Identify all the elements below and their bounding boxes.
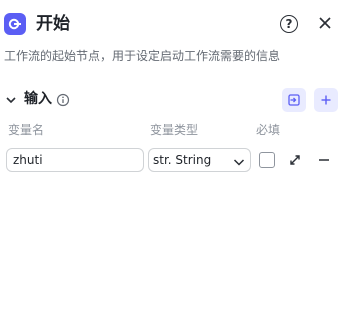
info-icon[interactable] bbox=[56, 92, 70, 107]
node-header: 开始 ? bbox=[0, 0, 348, 46]
remove-variable-button[interactable] bbox=[316, 152, 332, 168]
variable-name-input[interactable] bbox=[6, 148, 144, 172]
import-button[interactable] bbox=[282, 88, 306, 112]
chevron-down-icon[interactable] bbox=[4, 92, 18, 106]
node-title: 开始 bbox=[36, 14, 70, 34]
column-header-name: 变量名 bbox=[8, 123, 45, 137]
input-section-title: 输入 bbox=[24, 91, 52, 107]
question-circle-icon[interactable]: ? bbox=[280, 15, 298, 33]
start-node-icon bbox=[4, 13, 26, 35]
chevron-down-icon bbox=[232, 154, 246, 168]
add-variable-button[interactable] bbox=[314, 88, 338, 112]
input-section-header: 输入 bbox=[0, 86, 348, 112]
required-checkbox[interactable] bbox=[259, 152, 275, 168]
node-description: 工作流的起始节点，用于设定启动工作流需要的信息 bbox=[4, 49, 281, 63]
column-header-required: 必填 bbox=[256, 123, 281, 137]
plus-icon bbox=[321, 95, 331, 105]
variable-type-value: str. String bbox=[153, 153, 212, 167]
close-icon[interactable] bbox=[316, 14, 334, 32]
import-icon bbox=[288, 94, 300, 106]
column-header-type: 变量类型 bbox=[150, 123, 199, 137]
expand-icon[interactable] bbox=[287, 152, 303, 168]
minus-icon bbox=[319, 159, 329, 161]
variable-type-select[interactable]: str. String bbox=[148, 148, 251, 172]
